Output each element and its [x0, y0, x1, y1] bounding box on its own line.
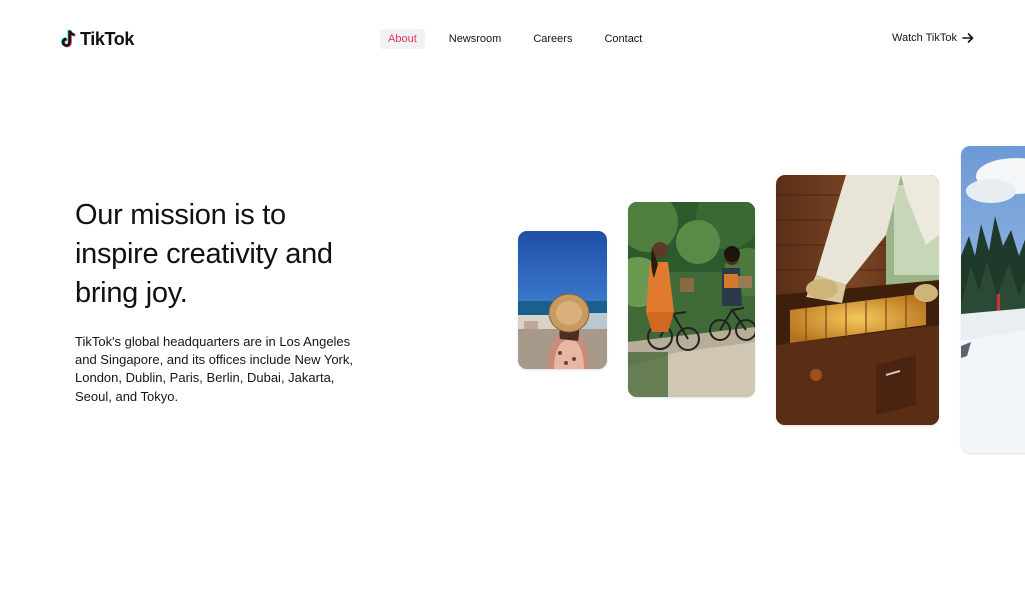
- tiktok-logo[interactable]: TikTok: [60, 28, 134, 50]
- mission-headline: Our mission is to inspire creativity and…: [75, 199, 333, 309]
- gallery-image-cycling: [628, 202, 755, 397]
- headquarters-description: TikTok's global headquarters are in Los …: [75, 334, 353, 404]
- logo-wordmark: TikTok: [80, 28, 134, 49]
- main-nav: About Newsroom Careers Contact: [380, 29, 650, 49]
- nav-item-about[interactable]: About: [380, 29, 425, 49]
- about-page: TikTok About Newsroom Careers Contact Wa…: [0, 0, 1025, 595]
- tiktok-note-icon: [60, 29, 76, 48]
- gallery-image-sun-hat: [518, 231, 607, 369]
- nav-item-careers[interactable]: Careers: [525, 29, 580, 49]
- nav-item-newsroom[interactable]: Newsroom: [441, 29, 510, 49]
- watch-tiktok-link[interactable]: Watch TikTok: [892, 32, 974, 44]
- nav-item-contact[interactable]: Contact: [596, 29, 650, 49]
- gallery-image-beekeeper: [776, 175, 939, 425]
- watch-tiktok-label: Watch TikTok: [892, 32, 957, 44]
- gallery-image-snowy-forest: [961, 146, 1025, 453]
- arrow-right-icon: [962, 33, 974, 43]
